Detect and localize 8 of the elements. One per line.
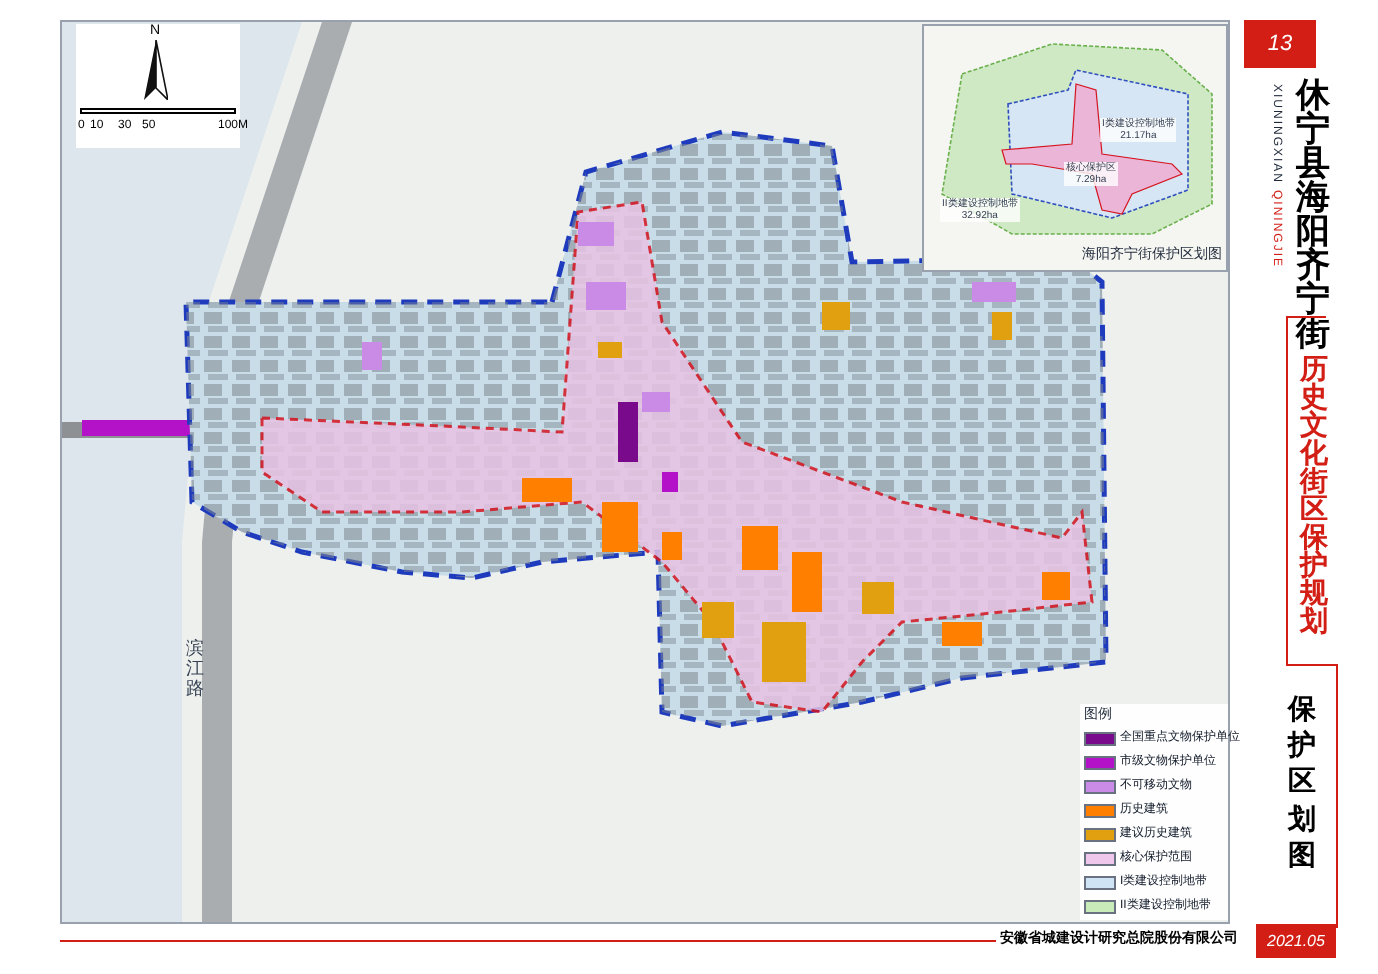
sheet-title: 保护区划图: [1288, 690, 1316, 872]
road-label: 滨江路: [186, 640, 204, 700]
subtitle-text: 历史文化街区保护规划: [1300, 356, 1328, 636]
page-number: 13: [1244, 20, 1316, 68]
date-label: 2021.05: [1256, 924, 1336, 958]
title-text: 休宁县海阳齐宁街: [1296, 80, 1330, 352]
north-arrow-icon: [144, 40, 168, 100]
scale-bar-icon: [80, 108, 236, 114]
